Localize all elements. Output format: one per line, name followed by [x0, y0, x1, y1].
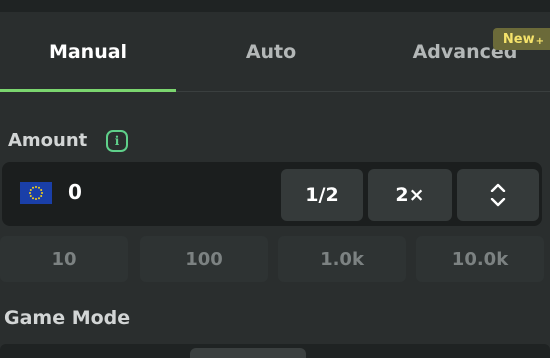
tab-advanced[interactable]: Advanced — [374, 12, 550, 92]
preset-button[interactable]: 10.0k — [416, 236, 544, 282]
chevron-up-icon[interactable] — [490, 183, 506, 192]
chevron-down-icon[interactable] — [490, 198, 506, 207]
amount-input[interactable]: 0 — [68, 180, 82, 204]
tab-auto[interactable]: Auto — [183, 12, 359, 92]
game-mode-option[interactable] — [190, 348, 306, 358]
amount-presets: 10 100 1.0k 10.0k — [0, 236, 550, 282]
double-amount-button[interactable]: 2× — [368, 169, 452, 221]
game-mode-label: Game Mode — [4, 307, 131, 329]
active-tab-indicator — [0, 89, 176, 92]
eu-flag-icon — [20, 182, 52, 204]
mode-tabs: Manual Auto Advanced New + — [0, 12, 550, 92]
preset-button[interactable]: 10 — [0, 236, 128, 282]
new-badge-label: New — [502, 31, 535, 47]
amount-input-row: 0 1/2 2× — [2, 162, 542, 226]
new-badge-plus: + — [535, 36, 544, 47]
new-badge: New + — [492, 28, 550, 50]
amount-label: Amount — [8, 130, 88, 151]
amount-stepper[interactable] — [457, 169, 539, 221]
info-icon[interactable]: i — [106, 130, 128, 152]
half-amount-button[interactable]: 1/2 — [281, 169, 363, 221]
top-bar — [0, 0, 550, 12]
preset-button[interactable]: 100 — [140, 236, 268, 282]
preset-button[interactable]: 1.0k — [278, 236, 406, 282]
tab-manual[interactable]: Manual — [0, 12, 176, 92]
